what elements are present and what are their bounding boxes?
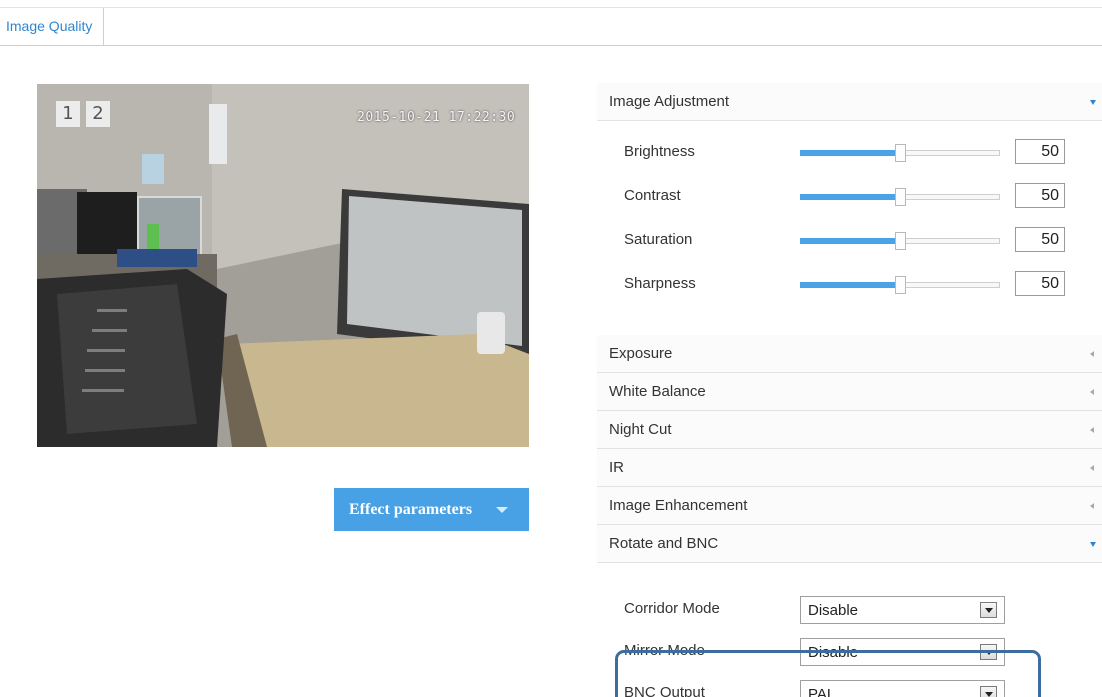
bnc-output-highlight (615, 650, 1041, 697)
slider-label: Contrast (624, 187, 681, 204)
sharpness-value-input[interactable]: 50 (1015, 271, 1065, 296)
corridor-mode-row: Corridor Mode Disable (597, 593, 1102, 627)
slider-handle[interactable] (895, 232, 906, 250)
brightness-value-input[interactable]: 50 (1015, 139, 1065, 164)
slider-fill (800, 238, 899, 244)
section-white-balance[interactable]: White Balance (597, 373, 1102, 411)
channel-2-label: 2 (86, 101, 110, 127)
contrast-row: Contrast 50 (597, 181, 1102, 211)
sharpness-slider[interactable] (800, 276, 1000, 294)
tab-image-quality[interactable]: Image Quality (0, 8, 105, 46)
brightness-row: Brightness 50 (597, 137, 1102, 167)
section-night-cut[interactable]: Night Cut (597, 411, 1102, 449)
slider-fill (800, 194, 899, 200)
chevron-left-icon (1090, 503, 1094, 509)
section-title: Exposure (609, 345, 673, 362)
section-rotate-and-bnc[interactable]: Rotate and BNC (597, 525, 1102, 563)
channel-1-label: 1 (56, 101, 80, 127)
image-adjustment-body: Brightness 50 Contrast 50 Saturation 50 (597, 121, 1102, 335)
section-title: Image Enhancement (609, 497, 748, 514)
saturation-slider[interactable] (800, 232, 1000, 250)
saturation-value-input[interactable]: 50 (1015, 227, 1065, 252)
slider-label: Saturation (624, 231, 693, 248)
slider-label: Sharpness (624, 275, 696, 292)
select-value: Disable (808, 602, 859, 619)
slider-handle[interactable] (895, 188, 906, 206)
slider-label: Brightness (624, 143, 695, 160)
section-title: Night Cut (609, 421, 672, 438)
section-title: IR (609, 459, 624, 476)
chevron-down-icon (496, 507, 508, 513)
chevron-left-icon (1090, 465, 1094, 471)
section-image-adjustment[interactable]: Image Adjustment (597, 83, 1102, 121)
corridor-mode-select[interactable]: Disable (800, 596, 1005, 624)
dropdown-arrow-icon[interactable] (980, 602, 997, 618)
brightness-slider[interactable] (800, 144, 1000, 162)
tab-bar: Image Quality (0, 7, 1102, 46)
chevron-down-icon (1090, 542, 1096, 547)
slider-fill (800, 150, 899, 156)
sharpness-row: Sharpness 50 (597, 269, 1102, 299)
chevron-left-icon (1090, 427, 1094, 433)
settings-panel: Image Adjustment Brightness 50 Contrast … (597, 83, 1102, 697)
section-title: Image Adjustment (609, 93, 730, 110)
section-image-enhancement[interactable]: Image Enhancement (597, 487, 1102, 525)
preview-timestamp: 2015-10-21 17:22:30 (357, 110, 516, 125)
contrast-slider[interactable] (800, 188, 1000, 206)
slider-handle[interactable] (895, 276, 906, 294)
slider-handle[interactable] (895, 144, 906, 162)
camera-preview: 1 2 2015-10-21 17:22:30 (37, 84, 529, 447)
contrast-value-input[interactable]: 50 (1015, 183, 1065, 208)
camera-image (37, 84, 529, 447)
section-ir[interactable]: IR (597, 449, 1102, 487)
section-exposure[interactable]: Exposure (597, 335, 1102, 373)
chevron-down-icon (1090, 100, 1096, 105)
chevron-left-icon (1090, 351, 1094, 357)
section-title: White Balance (609, 383, 706, 400)
section-title: Rotate and BNC (609, 535, 719, 552)
slider-fill (800, 282, 899, 288)
effect-parameters-button[interactable]: Effect parameters (334, 488, 529, 531)
saturation-row: Saturation 50 (597, 225, 1102, 255)
effect-parameters-label: Effect parameters (349, 501, 473, 518)
chevron-left-icon (1090, 389, 1094, 395)
select-label: Corridor Mode (624, 600, 720, 617)
